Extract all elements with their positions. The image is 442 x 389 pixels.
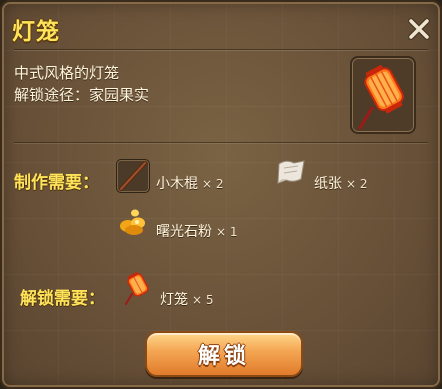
unlock-requirement-count: × 5 [192, 293, 214, 307]
craft-label: 制作需要： [14, 173, 99, 193]
close-x-icon[interactable] [407, 17, 431, 41]
material-name-stick: 小木棍 × 2 [156, 176, 224, 192]
material-count-paper: × 2 [346, 177, 368, 191]
material-name-dawnstone-powder: 曙光石粉 × 1 [156, 224, 238, 240]
material-count-stick: × 2 [202, 177, 224, 191]
item-dialog: 灯笼 中式风格的灯笼 解锁途径：家园果实 制作需要： 小木棍 × 2 纸张 × … [0, 0, 442, 389]
lantern-icon [125, 271, 149, 305]
material-slot-stick[interactable] [116, 159, 150, 193]
section-divider [14, 142, 428, 143]
material-count-dawnstone-powder: × 1 [216, 225, 238, 239]
lantern-icon [358, 65, 404, 130]
material-slot-dawnstone-powder[interactable] [116, 204, 150, 238]
paper-icon [277, 160, 305, 184]
unlock-path: 解锁途径：家园果实 [14, 86, 150, 104]
unlock-button[interactable]: 解锁 [145, 331, 303, 377]
dawnstone-powder-icon [120, 209, 145, 235]
close-button[interactable] [407, 17, 431, 41]
title-divider [14, 49, 428, 50]
dialog-title: 灯笼 [12, 19, 60, 45]
item-preview [350, 56, 416, 134]
unlock-slot-lantern[interactable] [120, 270, 154, 305]
unlock-requirement-name: 灯笼 × 5 [160, 292, 214, 308]
stick-icon [119, 161, 147, 191]
unlock-label: 解锁需要： [20, 289, 105, 309]
material-name-paper: 纸张 × 2 [314, 176, 368, 192]
material-slot-paper[interactable] [274, 155, 308, 189]
item-description: 中式风格的灯笼 [14, 64, 120, 82]
unlock-button-label: 解锁 [197, 344, 250, 369]
